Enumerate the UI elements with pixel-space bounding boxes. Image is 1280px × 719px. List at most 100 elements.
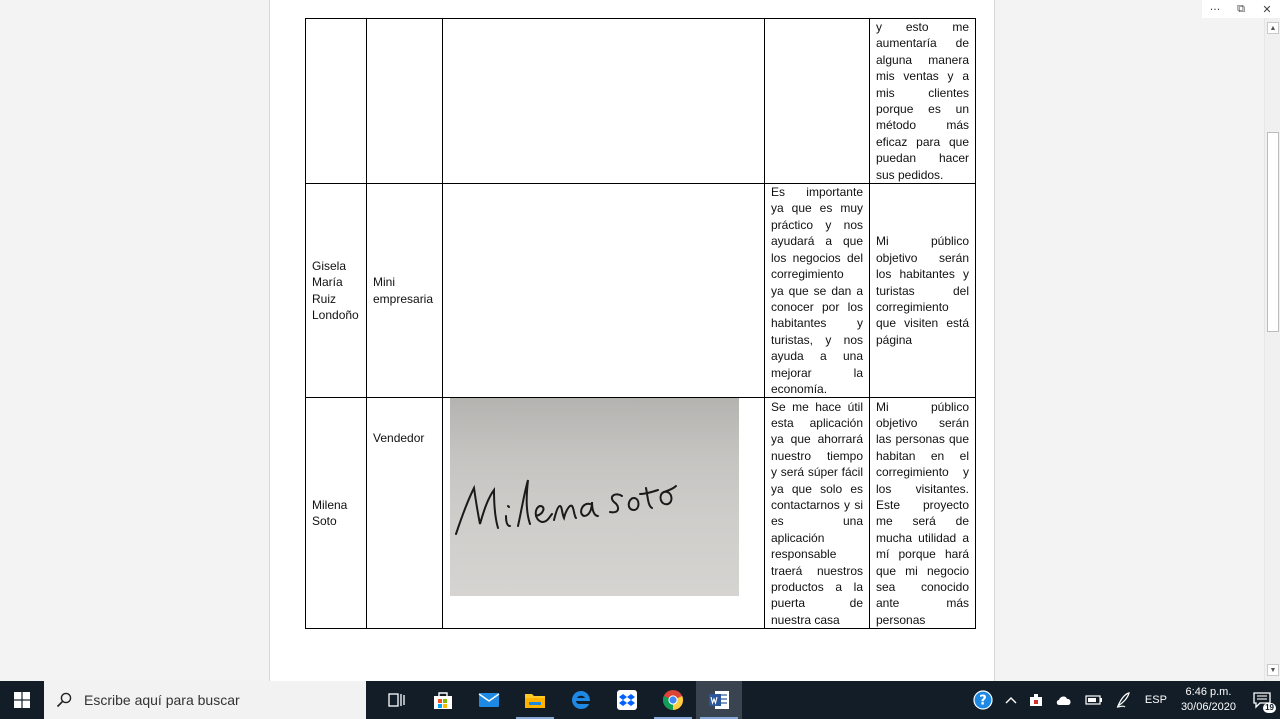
mail-button[interactable] [466,681,512,719]
cell-paragraph: Se me hace útil esta aplicación ya que aho… [771,399,863,629]
taskbar-clock[interactable]: 6:46 p.m. 30/06/2020 [1173,685,1244,715]
onedrive-button[interactable] [1049,681,1079,719]
search-placeholder: Escribe aquí para buscar [84,692,240,708]
store-bag-icon [434,692,452,709]
action-center-button[interactable]: 19 [1244,681,1280,719]
signature-image[interactable] [450,398,739,597]
cell-line: ante más [876,596,969,611]
battery-icon [1085,695,1102,705]
name-text: Gisela María Ruiz Londoño [312,258,360,324]
name-text: Milena Soto [312,497,360,530]
chrome-button[interactable] [650,681,696,719]
dropbox-button[interactable] [604,681,650,719]
table-cell-role[interactable]: Mini empresaria [366,183,443,399]
table-cell[interactable] [442,17,765,185]
cell-paragraph: y esto me aumentaría de alguna manera mis v… [876,19,969,183]
restore-button[interactable]: ⧉ [1228,0,1254,18]
cell-line: ayudará a que [771,234,863,249]
table-cell[interactable] [442,183,765,399]
task-view-button[interactable] [374,681,420,719]
table-cell-utility[interactable]: Se me hace útil esta aplicación ya que aho… [764,397,870,630]
table-row: Gisela María Ruiz Londoño Mini empresaria Es… [305,183,976,399]
help-button[interactable]: ? [967,681,999,719]
dropbox-icon [617,690,637,710]
cell-line: economía. [771,381,828,396]
cell-line: habitan en el [876,448,969,463]
show-hidden-icons-button[interactable] [999,681,1023,719]
table-cell-public[interactable]: Mi público objetivo serán las personas que… [869,397,976,630]
table-cell-public[interactable]: y esto me aumentaría de alguna manera mis v… [869,17,976,185]
cell-line: aumentaría de [876,36,969,51]
word-button[interactable] [696,681,742,719]
windows-taskbar: Escribe aquí para buscar ? ESP 6:46 p.m.… [0,681,1280,719]
cell-line: ya que ahorrará [771,432,863,447]
language-indicator[interactable]: ESP [1139,681,1173,719]
cell-line: y será súper fácil [771,465,863,480]
word-icon [709,691,729,709]
cell-line: mí porque hará [876,547,969,562]
table-row: y esto me aumentaría de alguna manera mis v… [305,17,976,185]
more-options-button[interactable]: ··· [1202,0,1228,18]
cell-line: es una [771,514,863,529]
chrome-icon [662,690,684,711]
table-cell-name[interactable]: Milena Soto [305,397,367,630]
clock-date: 30/06/2020 [1180,701,1236,713]
cell-line: mis clientes [876,85,969,100]
table-cell-utility[interactable]: Es importante ya que es muy práctico y nos… [764,183,870,399]
table-cell-role[interactable]: Vendedor [366,397,443,630]
cell-line: porque es un [876,102,969,117]
role-text: Mini empresaria [373,274,436,307]
store-button[interactable] [420,681,466,719]
cell-line: esta aplicación [771,415,863,430]
scrollbar-thumb[interactable] [1267,132,1279,332]
window-controls: ··· ⧉ ✕ [1202,0,1280,18]
cell-line: responsable [771,547,837,562]
pen-workspace-button[interactable] [1109,681,1139,719]
start-button[interactable] [0,681,44,719]
svg-text:?: ? [979,694,987,709]
cell-line: Gisela [312,258,347,273]
cell-line: mis ventas y a [876,69,969,84]
cell-line: práctico y nos [771,217,863,232]
table-cell-public[interactable]: Mi público objetivo serán los habitantes y… [869,183,976,399]
cell-line: habitantes y [771,316,863,331]
table-cell-name[interactable]: Gisela María Ruiz Londoño [305,183,367,399]
cell-line: personas [876,612,926,627]
scroll-down-arrow-icon[interactable]: ▼ [1267,664,1279,676]
table-cell-signature[interactable] [442,397,765,630]
cell-line: ya que se dan a [771,283,863,298]
vertical-scrollbar[interactable]: ▲ ▼ [1264,18,1280,681]
table-cell[interactable] [366,17,443,185]
cell-line: turistas del [876,283,969,298]
cell-line: Se me hace útil [771,399,863,414]
table-cell[interactable] [764,17,870,185]
taskbar-search-box[interactable]: Escribe aquí para buscar [44,681,366,719]
table-cell[interactable] [305,17,367,185]
cell-line: corregimiento [771,267,844,282]
cell-line: objetivo serán [876,415,969,430]
cell-line: Londoño [312,308,359,323]
app-tray-button[interactable] [1023,681,1049,719]
cell-line: sus pedidos. [876,167,944,182]
cell-line: Mini [373,275,396,290]
battery-button[interactable] [1079,681,1109,719]
cell-line: puedan hacer [876,151,969,166]
cell-line: Mi público [876,399,969,414]
close-button[interactable]: ✕ [1254,0,1280,18]
edge-browser-button[interactable] [558,681,604,719]
cell-line: puerta de [771,596,863,611]
scroll-up-arrow-icon[interactable]: ▲ [1267,22,1279,34]
cell-line: Ruiz [312,291,337,306]
cell-line: contactarnos y si [771,497,863,512]
cell-line: ya que solo es [771,481,863,496]
help-icon: ? [973,690,993,710]
cell-line: nuestra casa [771,612,840,627]
cell-line: mucha utilidad a [876,530,969,545]
edge-icon [572,691,590,709]
system-tray: ? ESP 6:46 p.m. 30/06/2020 19 [967,681,1280,719]
cell-line: me será de [876,514,969,529]
folder-icon [525,694,545,708]
document-table[interactable]: y esto me aumentaría de alguna manera mis v… [305,17,976,630]
notifications-badge: 19 [1263,703,1276,713]
file-explorer-button[interactable] [512,681,558,719]
